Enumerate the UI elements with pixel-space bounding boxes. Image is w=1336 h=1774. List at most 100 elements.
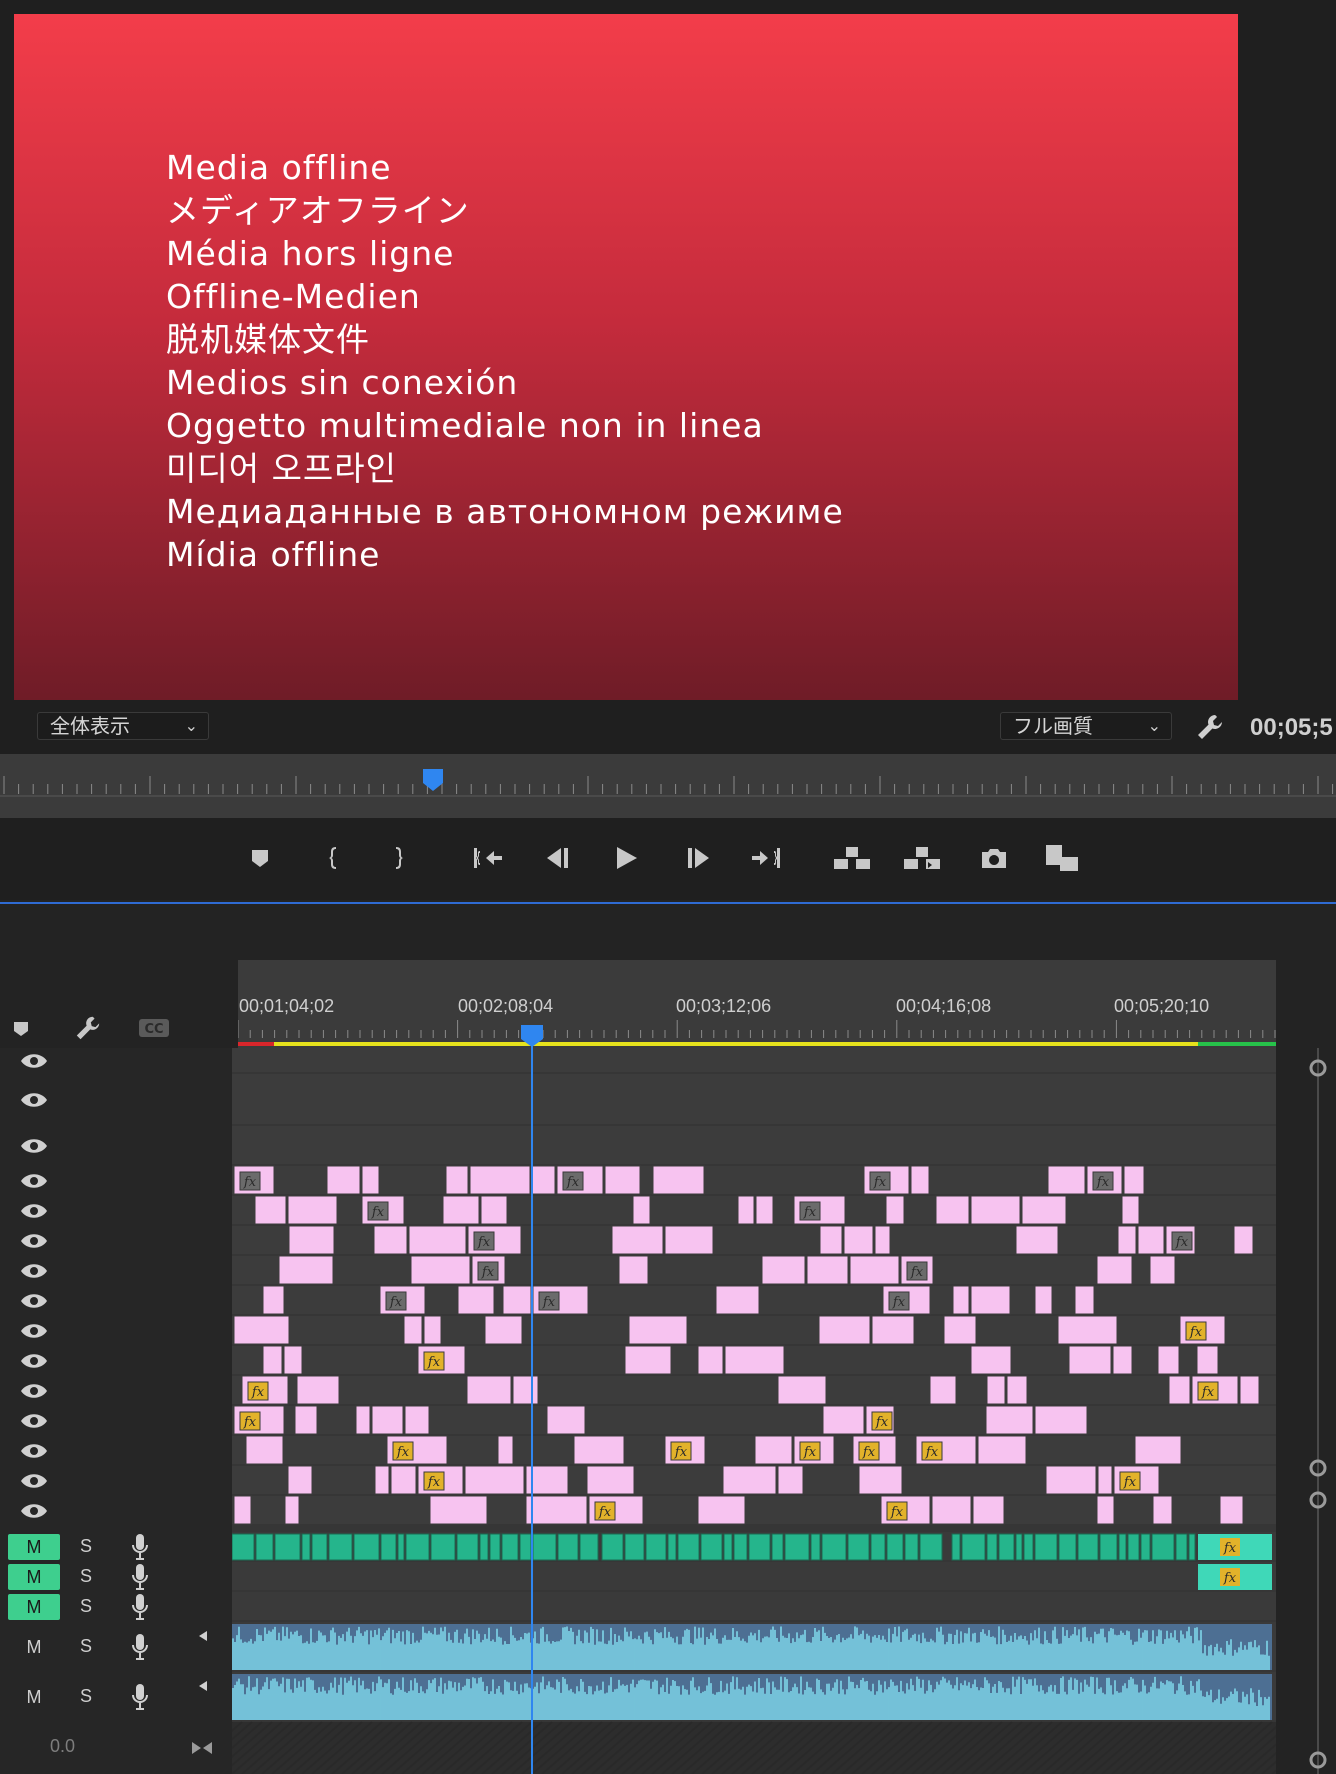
video-clip[interactable] <box>724 1345 785 1375</box>
video-track-lane[interactable] <box>232 1126 1276 1164</box>
audio-clip[interactable] <box>951 1533 961 1561</box>
video-clip[interactable] <box>233 1315 290 1345</box>
audio-clip[interactable] <box>810 1533 821 1561</box>
video-clip[interactable] <box>1157 1345 1180 1375</box>
mark-out-button[interactable] <box>378 838 418 878</box>
video-clip[interactable] <box>1021 1195 1067 1225</box>
microphone-icon[interactable] <box>130 1683 150 1711</box>
solo-button[interactable]: S <box>80 1596 92 1617</box>
video-clip[interactable] <box>935 1195 970 1225</box>
audio-clip[interactable] <box>1034 1533 1058 1561</box>
audio-clip[interactable] <box>847 1533 870 1561</box>
video-clip[interactable] <box>287 1465 313 1495</box>
audio-clip[interactable] <box>784 1533 810 1561</box>
video-clip[interactable] <box>885 1195 905 1225</box>
video-clip[interactable] <box>628 1315 688 1345</box>
video-clip[interactable] <box>1047 1165 1086 1195</box>
video-clip[interactable] <box>1134 1435 1182 1465</box>
audio-clip[interactable] <box>1023 1533 1034 1561</box>
video-clip[interactable] <box>697 1345 724 1375</box>
zoom-level-dropdown[interactable]: 全体表示 ⌄ <box>37 712 209 740</box>
audio-clip[interactable] <box>723 1533 733 1561</box>
video-clip[interactable] <box>632 1195 651 1225</box>
solo-button[interactable]: S <box>80 1636 92 1657</box>
wrench-icon[interactable] <box>74 1014 102 1042</box>
video-clip[interactable] <box>371 1405 404 1435</box>
video-clip[interactable] <box>442 1195 480 1225</box>
audio-clip[interactable] <box>1015 1533 1023 1561</box>
video-clip[interactable] <box>715 1285 760 1315</box>
audio-clip[interactable] <box>1118 1533 1127 1561</box>
step-back-button[interactable] <box>538 838 578 878</box>
video-clip[interactable] <box>858 1465 903 1495</box>
video-clip[interactable] <box>624 1345 672 1375</box>
eye-icon[interactable] <box>20 1322 48 1340</box>
video-clip[interactable] <box>254 1195 287 1225</box>
video-clip[interactable] <box>1006 1375 1028 1405</box>
video-clip[interactable] <box>546 1405 586 1435</box>
video-clip[interactable] <box>952 1285 970 1315</box>
video-clip[interactable] <box>497 1435 514 1465</box>
video-clip[interactable] <box>1117 1225 1137 1255</box>
audio-clip[interactable] <box>501 1533 519 1561</box>
audio-clip[interactable] <box>986 1533 998 1561</box>
audio-clip[interactable] <box>232 1674 1272 1720</box>
eye-icon[interactable] <box>20 1502 48 1520</box>
audio-clip[interactable] <box>677 1533 700 1561</box>
mute-button[interactable]: M <box>8 1684 60 1710</box>
video-clip[interactable] <box>970 1285 1011 1315</box>
export-frame-button[interactable] <box>974 838 1014 878</box>
play-button[interactable] <box>606 838 646 878</box>
video-clip[interactable] <box>573 1435 625 1465</box>
audio-clip[interactable] <box>886 1533 904 1561</box>
collapse-arrow-icon[interactable] <box>198 1630 208 1642</box>
audio-clip[interactable] <box>311 1533 328 1561</box>
video-clip[interactable] <box>1152 1495 1173 1525</box>
master-volume-value[interactable]: 0.0 <box>50 1736 75 1757</box>
video-clip[interactable] <box>512 1375 539 1405</box>
microphone-icon[interactable] <box>130 1633 150 1661</box>
video-clip[interactable] <box>604 1165 641 1195</box>
audio-clip[interactable] <box>1099 1533 1118 1561</box>
video-clip[interactable] <box>283 1345 303 1375</box>
audio-clip[interactable] <box>1188 1533 1196 1561</box>
timeline-tracks[interactable]: fx fx fx fx fx fx fx fx fx fx fx fx fx fx fx fx fx fx fx fx… <box>232 1048 1276 1774</box>
video-clip[interactable] <box>1096 1495 1115 1525</box>
video-track-lane[interactable] <box>232 1376 1276 1404</box>
video-clip[interactable] <box>929 1375 957 1405</box>
video-clip[interactable] <box>525 1495 588 1525</box>
go-to-out-button[interactable] <box>746 838 786 878</box>
audio-keyframe-icon[interactable] <box>190 1740 214 1756</box>
video-clip[interactable] <box>586 1465 635 1495</box>
audio-clip[interactable] <box>870 1533 886 1561</box>
video-clip[interactable] <box>410 1255 471 1285</box>
eye-icon[interactable] <box>20 1202 48 1220</box>
audio-clip[interactable] <box>353 1533 380 1561</box>
audio-clip[interactable] <box>519 1533 532 1561</box>
audio-clip[interactable] <box>919 1533 943 1561</box>
mute-button[interactable]: M <box>8 1564 60 1590</box>
video-clip[interactable] <box>755 1195 774 1225</box>
timeline-ruler[interactable]: 00;01;04;02 00;02;08;04 00;03;12;06 00;0… <box>238 960 1276 1050</box>
microphone-icon[interactable] <box>130 1533 150 1561</box>
video-clip[interactable] <box>469 1165 531 1195</box>
playhead-handle[interactable] <box>422 768 444 792</box>
audio-clip[interactable] <box>328 1533 353 1561</box>
video-clip[interactable] <box>373 1225 408 1255</box>
audio-clip[interactable] <box>1140 1533 1151 1561</box>
video-clip[interactable] <box>457 1285 495 1315</box>
video-clip[interactable] <box>326 1165 361 1195</box>
extract-button[interactable] <box>902 838 942 878</box>
video-clip[interactable] <box>722 1465 777 1495</box>
audio-clip[interactable] <box>771 1533 784 1561</box>
video-clip[interactable] <box>1045 1465 1097 1495</box>
video-clip[interactable] <box>404 1405 430 1435</box>
video-clip[interactable] <box>464 1465 525 1495</box>
video-clip[interactable] <box>294 1405 318 1435</box>
audio-clip[interactable] <box>430 1533 456 1561</box>
video-clip[interactable] <box>1123 1165 1145 1195</box>
video-clip[interactable] <box>390 1465 417 1495</box>
audio-clip[interactable] <box>301 1533 311 1561</box>
audio-clip[interactable] <box>667 1533 677 1561</box>
audio-clip[interactable] <box>232 1624 1272 1670</box>
